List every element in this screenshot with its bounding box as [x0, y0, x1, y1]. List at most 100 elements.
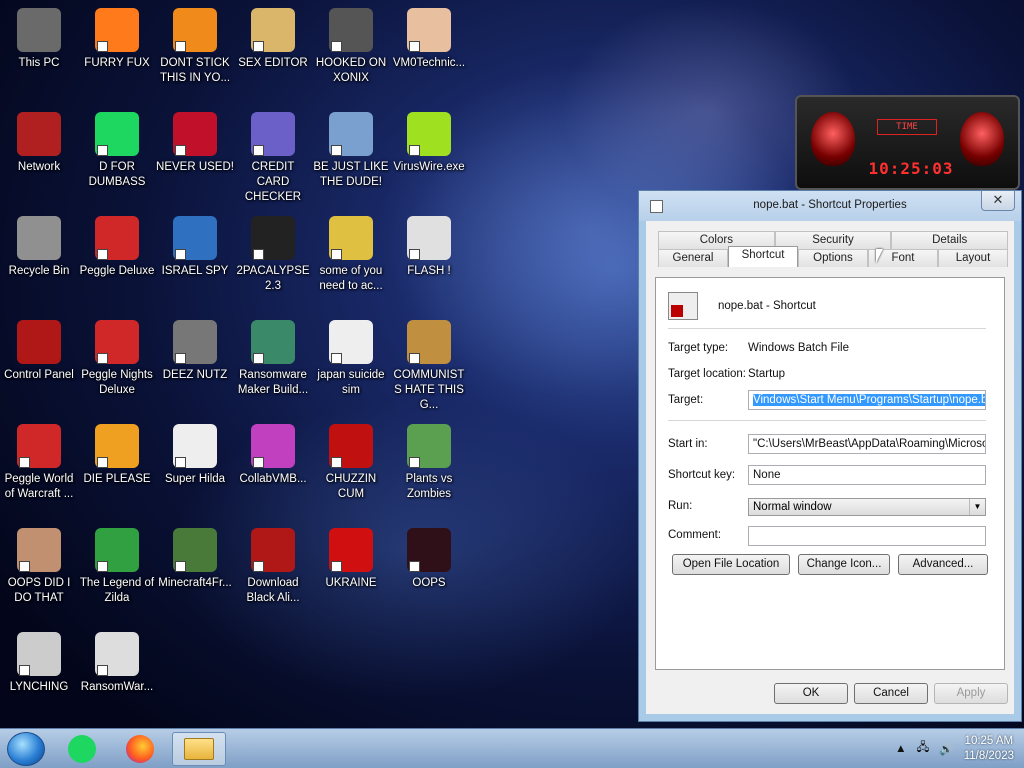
desktop-icon[interactable]: VM0Technic...: [390, 0, 468, 71]
shortcut-arrow-icon: [409, 41, 420, 52]
shortcut-key-input[interactable]: None: [748, 465, 986, 485]
desktop-icon-label: NEVER USED!: [156, 161, 234, 173]
desktop-icon[interactable]: This PC: [0, 0, 78, 71]
tab-shortcut[interactable]: Shortcut: [728, 246, 798, 267]
desktop-icon[interactable]: Control Panel: [0, 312, 78, 383]
desktop-icon[interactable]: LYNCHING: [0, 624, 78, 695]
shortcut-tab-panel: nope.bat - Shortcut Target type: Windows…: [655, 277, 1005, 670]
cancel-button[interactable]: Cancel: [854, 683, 928, 704]
desktop-icon-label: RansomWar...: [80, 681, 154, 693]
start-in-input[interactable]: "C:\Users\MrBeast\AppData\Roaming\Micros…: [748, 434, 986, 454]
desktop-icon[interactable]: SEX EDITOR: [234, 0, 312, 71]
beaver-icon: [329, 216, 373, 260]
computer-icon: [17, 8, 61, 52]
desktop-icon[interactable]: DEEZ NUTZ: [156, 312, 234, 383]
desktop-icon[interactable]: D FOR DUMBASS: [78, 104, 156, 190]
desktop-icon-label: Peggle World of Warcraft ...: [4, 473, 74, 500]
spotify-taskbar-icon[interactable]: [58, 732, 106, 766]
alien-head-icon: [960, 112, 1004, 166]
advanced-button[interactable]: Advanced...: [898, 554, 988, 575]
shortcut-arrow-icon: [97, 665, 108, 676]
change-icon-button[interactable]: Change Icon...: [798, 554, 890, 575]
desktop-icon[interactable]: Recycle Bin: [0, 208, 78, 279]
desktop-icon[interactable]: japan suicide sim: [312, 312, 390, 398]
apply-button[interactable]: Apply: [934, 683, 1008, 704]
shortcut-name: nope.bat - Shortcut: [718, 300, 816, 312]
desktop-icon[interactable]: BE JUST LIKE THE DUDE!: [312, 104, 390, 190]
shortcut-arrow-icon: [97, 561, 108, 572]
firefox-icon: [95, 8, 139, 52]
volume-icon[interactable]: 🔊: [939, 742, 953, 756]
radiation-icon: [329, 528, 373, 572]
peggle-icon: [95, 320, 139, 364]
desktop-icon[interactable]: Peggle Deluxe: [78, 208, 156, 279]
taskbar-clock[interactable]: 10:25 AM 11/8/2023: [964, 734, 1014, 764]
show-hidden-icons-icon[interactable]: ▲: [895, 743, 906, 755]
flower-icon: [407, 424, 451, 468]
desktop-icon[interactable]: VirusWire.exe: [390, 104, 468, 175]
desktop-icon[interactable]: Minecraft4Fr...: [156, 520, 234, 591]
close-button[interactable]: ✕: [981, 191, 1015, 211]
run-select[interactable]: Normal window ▼: [748, 498, 986, 516]
shortcut-properties-dialog: nope.bat - Shortcut Properties ✕ Colors S…: [638, 190, 1022, 722]
shortcut-arrow-icon: [97, 353, 108, 364]
explorer-taskbar-icon[interactable]: [172, 732, 226, 766]
alien-clock-gadget[interactable]: TIME 10:25:03: [795, 95, 1020, 190]
tab-general[interactable]: General: [658, 249, 728, 267]
desktop-icon[interactable]: HOOKED ON XONIX: [312, 0, 390, 86]
network-icon[interactable]: 🖧: [917, 740, 930, 759]
dialog-titlebar[interactable]: nope.bat - Shortcut Properties ✕: [639, 191, 1021, 221]
desktop-icon[interactable]: RansomWar...: [78, 624, 156, 695]
comment-label: Comment:: [668, 529, 722, 541]
desktop-icon[interactable]: Peggle Nights Deluxe: [78, 312, 156, 398]
alien-icon: [17, 112, 61, 156]
desktop-icon[interactable]: FLASH !: [390, 208, 468, 279]
desktop-icon[interactable]: CollabVMB...: [234, 416, 312, 487]
firefox-taskbar-icon[interactable]: [116, 732, 164, 766]
desktop-icon[interactable]: OOPS DID I DO THAT: [0, 520, 78, 606]
desktop-icon[interactable]: CHUZZIN CUM: [312, 416, 390, 502]
dialog-client: Colors Security Details General Shortcut Opt…: [646, 221, 1014, 714]
desktop-icon-label: The Legend of Zilda: [79, 577, 155, 604]
dialog-title: nope.bat - Shortcut Properties: [753, 199, 907, 211]
shortcut-key-label: Shortcut key:: [668, 469, 736, 481]
shortcut-arrow-icon: [175, 249, 186, 260]
ok-button[interactable]: OK: [774, 683, 848, 704]
shortcut-arrow-icon: [331, 41, 342, 52]
shortcut-arrow-icon: [409, 353, 420, 364]
desktop-icon[interactable]: Plants vs Zombies: [390, 416, 468, 502]
desktop-icon[interactable]: ISRAEL SPY: [156, 208, 234, 279]
desktop-icon[interactable]: FURRY FUX: [78, 0, 156, 71]
desktop-icon-label: D FOR DUMBASS: [88, 161, 146, 188]
desktop-icon[interactable]: DIE PLEASE: [78, 416, 156, 487]
desktop-icon[interactable]: Super Hilda: [156, 416, 234, 487]
tab-layout[interactable]: Layout: [938, 249, 1008, 267]
taskbar: ▲ 🖧 🔊 10:25 AM 11/8/2023: [0, 728, 1024, 768]
desktop-icon[interactable]: Peggle World of Warcraft ...: [0, 416, 78, 502]
tab-options[interactable]: Options: [798, 249, 868, 267]
desktop-icon[interactable]: Ransomware Maker Build...: [234, 312, 312, 398]
target-input[interactable]: Vindows\Start Menu\Programs\Startup\nope…: [748, 390, 986, 410]
desktop-icon[interactable]: Network: [0, 104, 78, 175]
desktop-icon[interactable]: The Legend of Zilda: [78, 520, 156, 606]
shortcut-arrow-icon: [409, 145, 420, 156]
desktop-icon[interactable]: NEVER USED!: [156, 104, 234, 175]
comment-input[interactable]: [748, 526, 986, 546]
desktop-icon[interactable]: UKRAINE: [312, 520, 390, 591]
desktop-icon[interactable]: CREDIT CARD CHECKER: [234, 104, 312, 205]
tab-details[interactable]: Details: [891, 231, 1009, 249]
desktop-icon[interactable]: COMMUNISTS HATE THIS G...: [390, 312, 468, 413]
desktop-icon[interactable]: OOPS: [390, 520, 468, 591]
chevron-down-icon: ▼: [969, 499, 985, 515]
lime-icon: [407, 112, 451, 156]
desktop-icon[interactable]: some of you need to ac...: [312, 208, 390, 294]
desktop-icon[interactable]: DONT STICK THIS IN YO...: [156, 0, 234, 86]
shortcut-arrow-icon: [253, 145, 264, 156]
start-button[interactable]: [7, 732, 45, 766]
desktop-icon[interactable]: 2PACALYPSE 2.3: [234, 208, 312, 294]
desktop-icon[interactable]: Download Black Ali...: [234, 520, 312, 606]
shortcut-icon: [668, 292, 698, 320]
divider: [668, 328, 986, 329]
shortcut-arrow-icon: [409, 249, 420, 260]
open-file-location-button[interactable]: Open File Location: [672, 554, 790, 575]
